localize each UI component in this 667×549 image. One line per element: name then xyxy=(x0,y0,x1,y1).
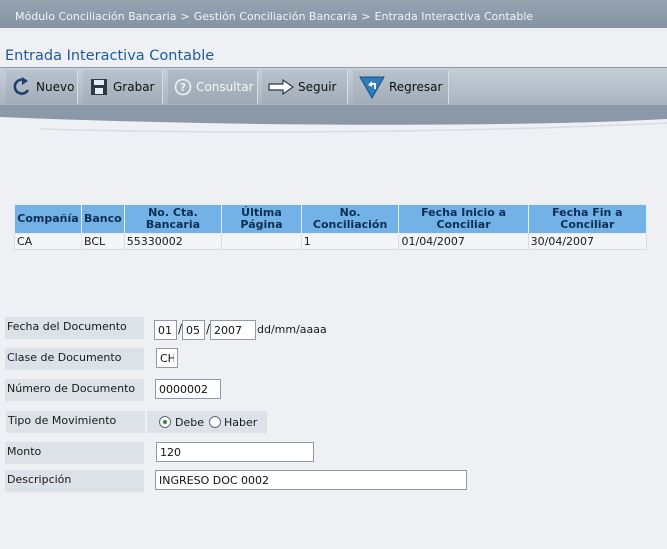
svg-text:?: ? xyxy=(180,81,186,94)
return-arrow-icon xyxy=(359,75,385,99)
conciliation-table: Compañía Banco No. Cta. Bancaria Última … xyxy=(14,204,648,250)
movement-type-label: Tipo de Movimiento xyxy=(6,411,145,433)
breadcrumb-separator: > xyxy=(180,10,190,23)
breadcrumb: Módulo Conciliación Bancaria > Gestión Con… xyxy=(0,0,667,28)
column-header-start-date: Fecha Inicio a Conciliar xyxy=(398,204,529,234)
column-header-end-date: Fecha Fin a Conciliar xyxy=(527,204,648,234)
table-header-row: Compañía Banco No. Cta. Bancaria Última … xyxy=(14,204,648,234)
document-number-label: Número de Documento xyxy=(5,379,144,401)
document-class-input[interactable] xyxy=(156,348,178,368)
amount-label: Monto xyxy=(5,442,144,464)
consult-button[interactable]: ? Consultar xyxy=(168,70,258,104)
toolbar: Nuevo Grabar ? Consultar Seguir Regresar xyxy=(0,67,667,105)
return-button[interactable]: Regresar xyxy=(353,70,449,104)
continue-button[interactable]: Seguir xyxy=(262,70,348,104)
date-month-input[interactable] xyxy=(182,320,205,340)
column-header-account: No. Cta. Bancaria xyxy=(123,204,223,234)
new-button[interactable]: Nuevo xyxy=(6,70,78,104)
save-button[interactable]: Grabar xyxy=(83,70,163,104)
amount-input[interactable] xyxy=(156,442,314,462)
radio-haber[interactable] xyxy=(209,416,221,428)
cell-conciliation-no: 1 xyxy=(300,233,400,250)
help-icon: ? xyxy=(174,78,192,96)
new-button-label: Nuevo xyxy=(36,80,75,94)
radio-haber-label[interactable]: Haber xyxy=(224,416,257,429)
column-header-company: Compañía xyxy=(14,204,82,234)
date-day-input[interactable] xyxy=(154,320,177,340)
breadcrumb-item-gestion[interactable]: Gestión Conciliación Bancaria xyxy=(194,10,358,23)
header-wave-decoration xyxy=(0,105,667,133)
column-header-conciliation-no: No. Conciliación xyxy=(300,204,400,234)
date-format-hint: dd/mm/aaaa xyxy=(257,323,327,336)
table-row[interactable]: CA BCL 55330002 1 01/04/2007 30/04/2007 xyxy=(14,233,648,250)
consult-button-label: Consultar xyxy=(196,80,254,94)
cell-bank: BCL xyxy=(80,233,125,250)
breadcrumb-separator: > xyxy=(361,10,371,23)
save-icon xyxy=(89,78,109,96)
radio-debe[interactable] xyxy=(159,416,171,428)
document-number-input[interactable] xyxy=(155,379,221,399)
continue-button-label: Seguir xyxy=(298,80,337,94)
new-doc-refresh-icon xyxy=(12,76,32,98)
cell-account: 55330002 xyxy=(123,233,223,250)
date-year-input[interactable] xyxy=(210,320,256,340)
save-button-label: Grabar xyxy=(113,80,155,94)
column-header-last-page: Última Página xyxy=(221,204,302,234)
return-button-label: Regresar xyxy=(389,80,443,94)
description-label: Descripción xyxy=(5,470,144,492)
radio-debe-label[interactable]: Debe xyxy=(175,416,204,429)
page-title: Entrada Interactiva Contable xyxy=(5,48,215,64)
cell-company: CA xyxy=(14,233,82,250)
cell-start-date: 01/04/2007 xyxy=(398,233,529,250)
document-date-label: Fecha del Documento xyxy=(5,317,144,339)
breadcrumb-item-current: Entrada Interactiva Contable xyxy=(374,10,534,23)
column-header-bank: Banco xyxy=(80,204,125,234)
document-class-label: Clase de Documento xyxy=(5,348,144,370)
breadcrumb-item-module[interactable]: Módulo Conciliación Bancaria xyxy=(15,10,176,23)
cell-end-date: 30/04/2007 xyxy=(527,233,648,250)
arrow-right-icon xyxy=(268,79,294,95)
cell-last-page xyxy=(221,233,302,250)
description-input[interactable] xyxy=(155,470,467,490)
